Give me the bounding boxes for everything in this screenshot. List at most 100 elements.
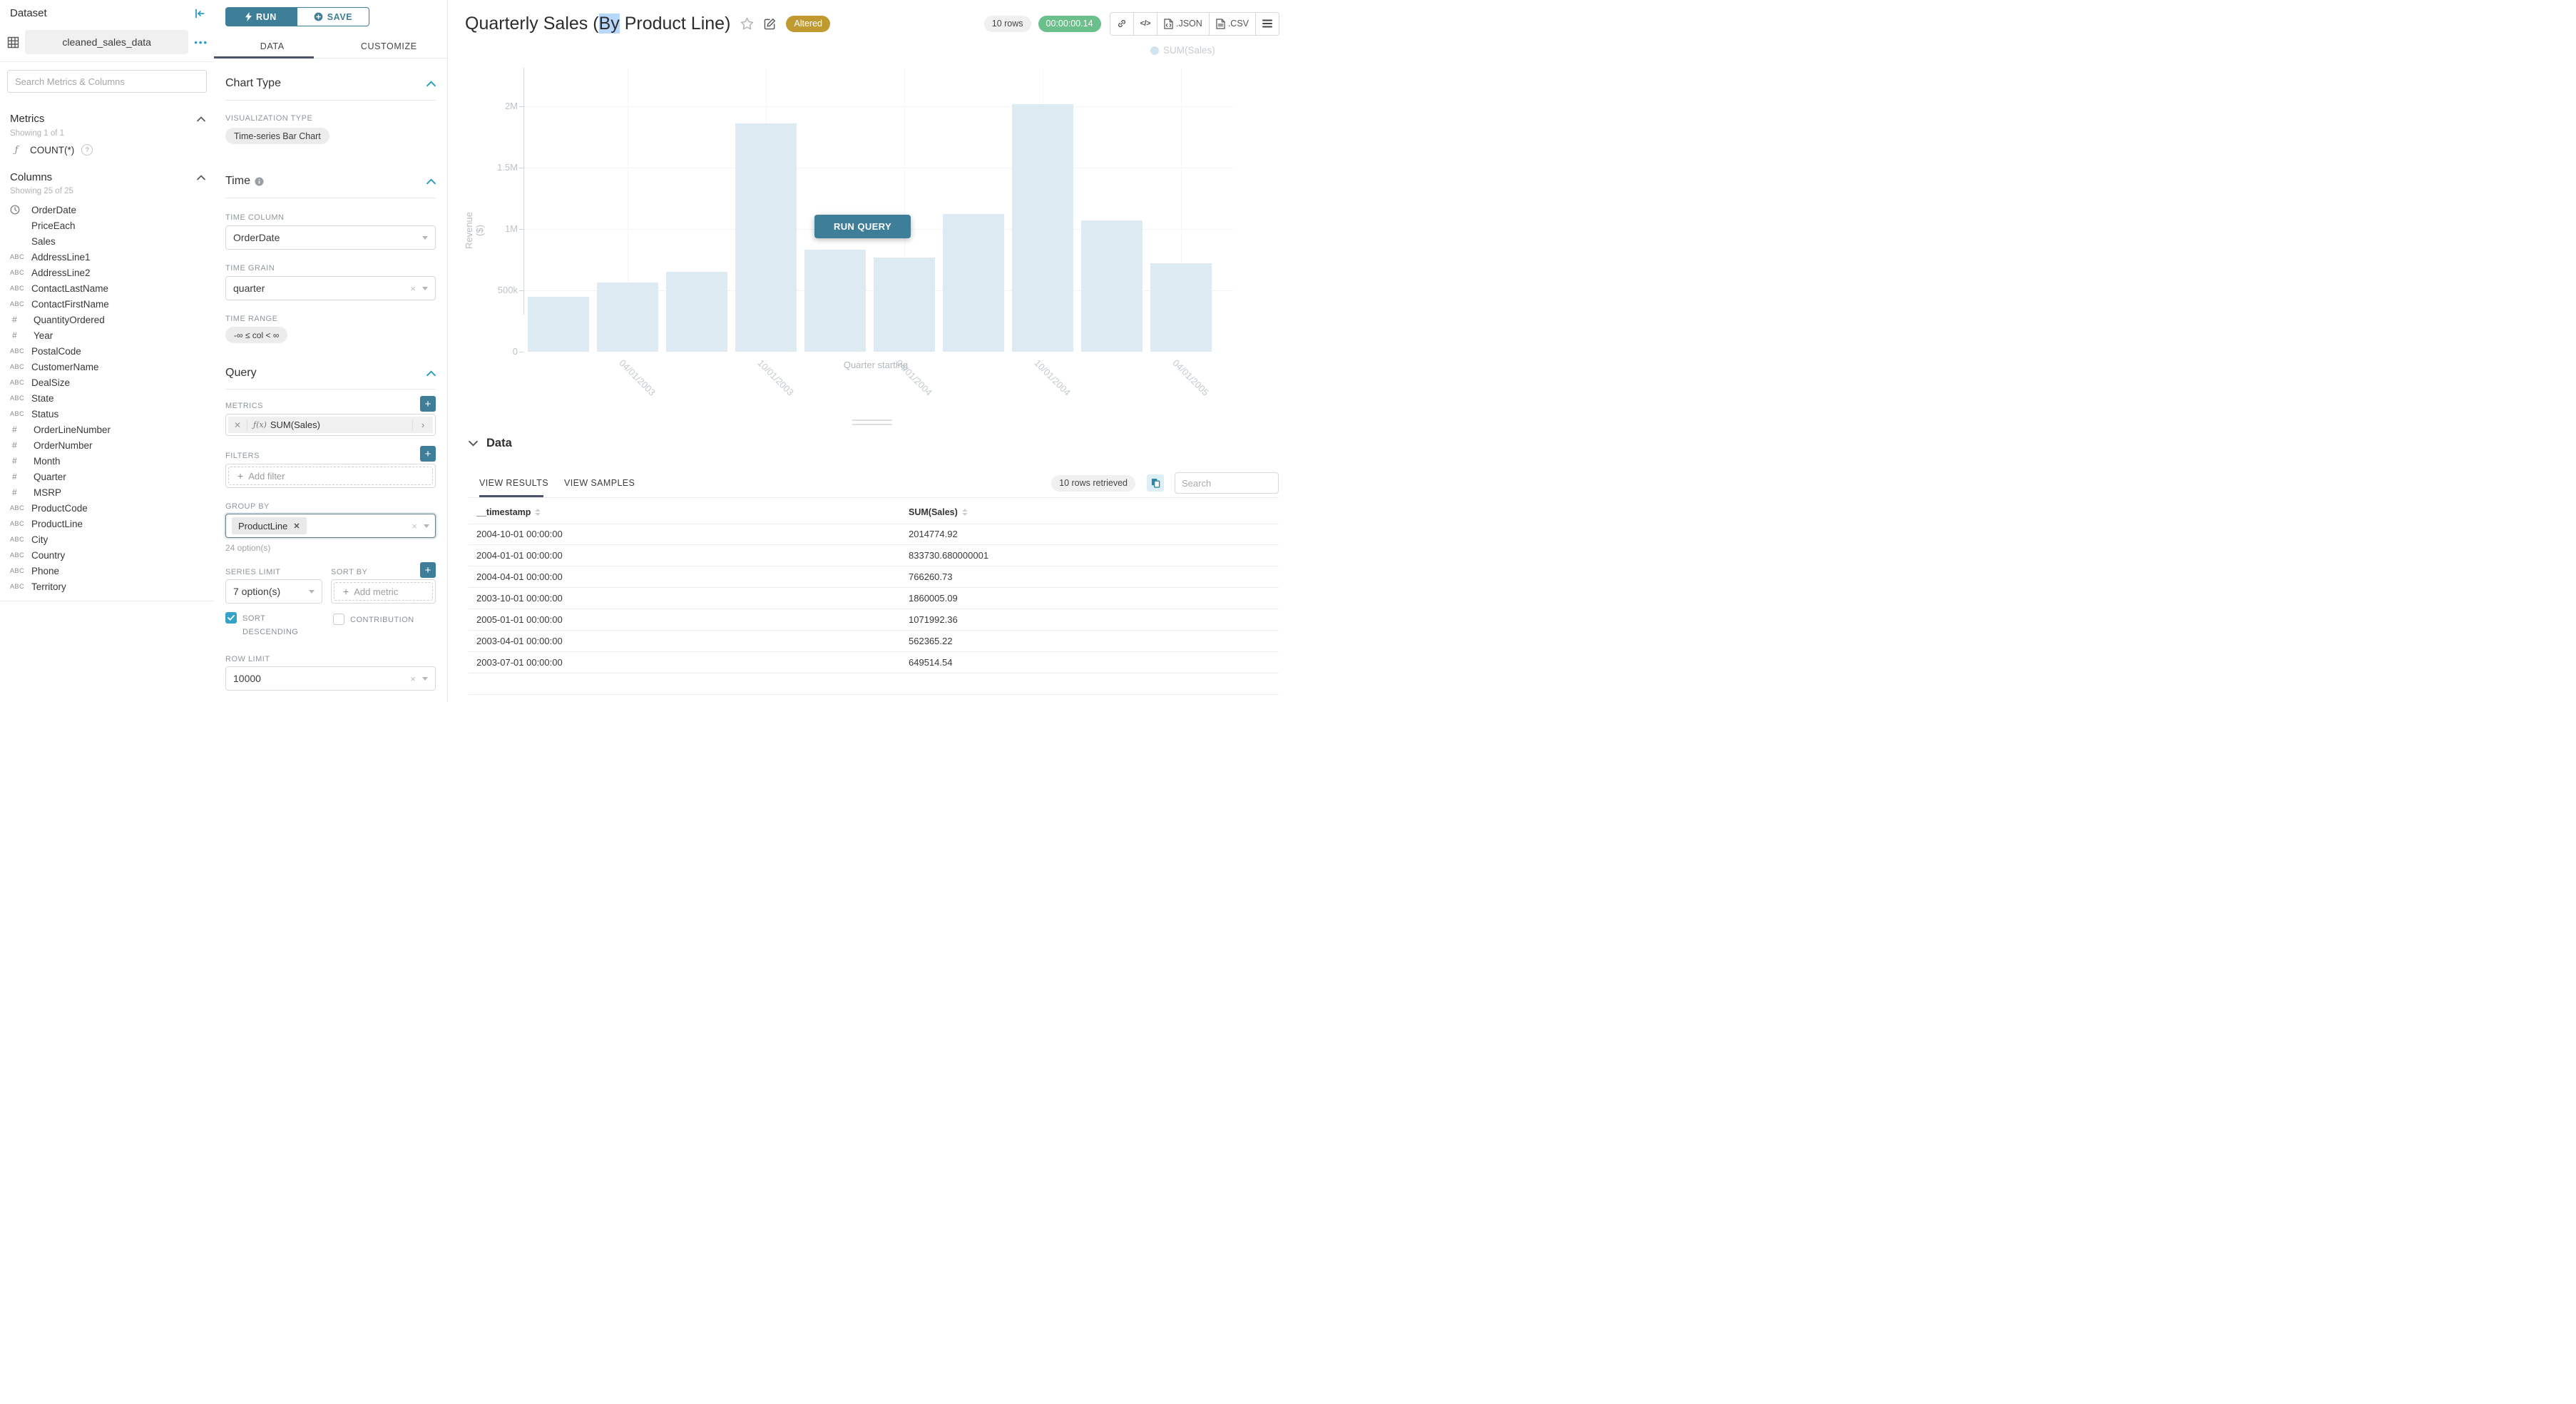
column-list-item[interactable]: ABCState [10, 390, 208, 406]
viz-type-value[interactable]: Time-series Bar Chart [225, 128, 329, 144]
dataset-name[interactable]: cleaned_sales_data [25, 30, 188, 54]
add-sort-metric-plus-button[interactable]: + [420, 562, 436, 578]
run-button[interactable]: RUN [225, 7, 297, 26]
column-list-item[interactable]: ABCAddressLine1 [10, 249, 208, 265]
help-icon[interactable]: ? [81, 144, 93, 156]
favorite-star-icon[interactable] [740, 17, 754, 30]
column-list-item[interactable]: ABCPostalCode [10, 343, 208, 359]
share-link-button[interactable] [1110, 13, 1134, 35]
tab-view-results[interactable]: VIEW RESULTS [479, 478, 548, 488]
collapse-columns-icon[interactable] [197, 175, 205, 180]
remove-metric-icon[interactable]: ✕ [228, 420, 247, 430]
sort-descending-checkbox[interactable]: SORT DESCENDING [225, 612, 311, 639]
chart-legend[interactable]: SUM(Sales) [1150, 45, 1215, 56]
table-row[interactable]: 2004-04-01 00:00:00766260.73 [469, 566, 1279, 588]
column-list-item[interactable]: Sales [10, 233, 208, 249]
bar-2004-10-01[interactable] [1012, 104, 1073, 352]
column-list-item[interactable]: ABCProductCode [10, 500, 208, 516]
bar-2004-07-01[interactable] [943, 214, 1004, 352]
column-list-item[interactable]: #QuantityOrdered [10, 312, 208, 327]
column-list-item[interactable]: ABCAddressLine2 [10, 265, 208, 280]
column-list-item[interactable]: OrderDate [10, 202, 208, 218]
save-button[interactable]: SAVE [297, 7, 369, 26]
legend-label: SUM(Sales) [1163, 45, 1215, 56]
column-list-item[interactable]: PriceEach [10, 218, 208, 233]
column-list-item[interactable]: #Year [10, 327, 208, 343]
bar-2003-10-01[interactable] [735, 123, 797, 352]
metric-item-count[interactable]: ƒ COUNT(*) ? [10, 144, 93, 156]
column-list-item[interactable]: #Quarter [10, 469, 208, 484]
bar-2004-04-01[interactable] [874, 258, 935, 352]
clear-icon[interactable]: × [412, 521, 417, 531]
add-filter-button[interactable]: +Add filter [225, 464, 436, 488]
export-csv-button[interactable]: .CSV [1210, 13, 1256, 35]
sort-by-add-metric-button[interactable]: +Add metric [331, 579, 436, 604]
column-list-item[interactable]: ABCCountry [10, 547, 208, 563]
column-list-item[interactable]: ABCPhone [10, 563, 208, 579]
metric-pill[interactable]: ✕ ƒ(x) SUM(Sales) › [225, 414, 436, 436]
column-list-item[interactable]: #Month [10, 453, 208, 469]
bar-2005-04-01[interactable] [1150, 263, 1212, 352]
bar-2003-01-01[interactable] [528, 297, 589, 352]
collapse-metrics-icon[interactable] [197, 116, 205, 122]
column-header-timestamp[interactable]: __timestamp [476, 507, 541, 517]
edit-title-icon[interactable] [764, 18, 776, 30]
table-row[interactable]: 2003-07-01 00:00:00649514.54 [469, 652, 1279, 673]
column-list-item[interactable]: ABCStatus [10, 406, 208, 422]
embed-code-button[interactable]: </> [1134, 13, 1157, 35]
bar-2003-07-01[interactable] [666, 272, 727, 352]
run-query-button[interactable]: RUN QUERY [814, 215, 911, 238]
time-column-select[interactable]: OrderDate [225, 225, 436, 250]
expand-metric-icon[interactable]: › [412, 419, 433, 430]
time-grain-select[interactable]: quarter× [225, 276, 436, 300]
menu-button[interactable] [1256, 13, 1279, 35]
table-row[interactable]: 2005-01-01 00:00:001071992.36 [469, 609, 1279, 631]
data-section-toggle[interactable]: Data [469, 437, 512, 450]
column-list-item[interactable]: ABCTerritory [10, 579, 208, 594]
time-range-value[interactable]: -∞ ≤ col < ∞ [225, 327, 287, 343]
collapse-sidebar-icon[interactable] [194, 8, 205, 19]
column-list-item[interactable]: ABCCustomerName [10, 359, 208, 375]
page-title[interactable]: Quarterly Sales (By Product Line) [465, 14, 730, 34]
panel-resize-handle[interactable] [852, 419, 892, 425]
contribution-checkbox[interactable]: CONTRIBUTION [333, 614, 414, 627]
copy-data-button[interactable] [1147, 474, 1164, 492]
text-type-icon: ABC [10, 379, 31, 386]
column-list-item[interactable]: #OrderLineNumber [10, 422, 208, 437]
column-list-item[interactable]: ABCDealSize [10, 375, 208, 390]
tab-view-samples[interactable]: VIEW SAMPLES [564, 478, 635, 488]
column-name: Sales [31, 236, 56, 247]
column-list-item[interactable]: #MSRP [10, 484, 208, 500]
bar-2004-01-01[interactable] [804, 250, 866, 352]
export-json-button[interactable]: .JSON [1157, 13, 1210, 35]
row-limit-select[interactable]: 10000× [225, 666, 436, 691]
table-row[interactable]: 2004-01-01 00:00:00833730.680000001 [469, 545, 1279, 566]
column-header-sum-sales[interactable]: SUM(Sales) [909, 507, 968, 517]
table-row[interactable]: 2003-04-01 00:00:00562365.22 [469, 631, 1279, 652]
collapse-time-icon[interactable] [426, 178, 436, 185]
column-list-item[interactable]: ABCProductLine [10, 516, 208, 531]
column-list-item[interactable]: ABCCity [10, 531, 208, 547]
collapse-chart-type-icon[interactable] [426, 81, 436, 87]
column-name: ProductLine [31, 519, 83, 529]
table-row[interactable]: 2003-10-01 00:00:001860005.09 [469, 588, 1279, 609]
table-search-input[interactable] [1175, 472, 1279, 494]
dataset-more-icon[interactable]: ••• [194, 37, 208, 48]
tab-customize[interactable]: CUSTOMIZE [331, 34, 448, 58]
add-metric-plus-button[interactable]: + [420, 396, 436, 412]
viz-type-label: VISUALIZATION TYPE [225, 114, 312, 123]
group-by-select[interactable]: ProductLine✕ × [225, 514, 436, 538]
collapse-query-icon[interactable] [426, 370, 436, 377]
tab-data[interactable]: DATA [214, 34, 331, 58]
info-icon[interactable] [255, 177, 264, 186]
series-limit-select[interactable]: 7 option(s) [225, 579, 322, 604]
remove-tag-icon[interactable]: ✕ [293, 522, 300, 531]
column-list-item[interactable]: #OrderNumber [10, 437, 208, 453]
column-list-item[interactable]: ABCContactLastName [10, 280, 208, 296]
add-filter-plus-button[interactable]: + [420, 446, 436, 462]
bar-2005-01-01[interactable] [1081, 220, 1143, 352]
search-metrics-columns-input[interactable] [7, 70, 207, 93]
column-list-item[interactable]: ABCContactFirstName [10, 296, 208, 312]
bar-2003-04-01[interactable] [597, 283, 658, 352]
table-row[interactable]: 2004-10-01 00:00:002014774.92 [469, 524, 1279, 545]
